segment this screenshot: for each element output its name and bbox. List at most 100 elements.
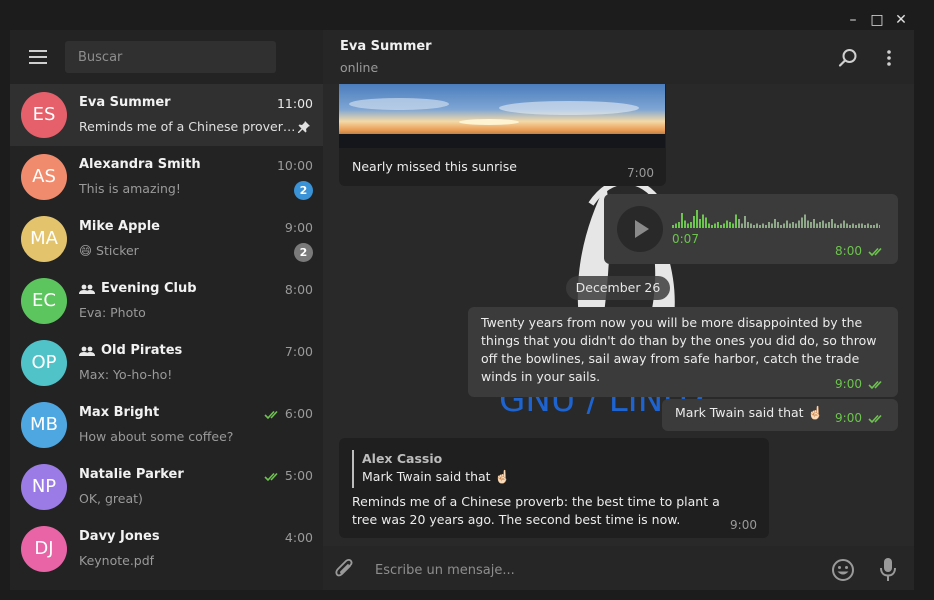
chat-item-alexandra-smith[interactable]: AS Alexandra Smith 10:00 This is amazing… xyxy=(10,146,323,208)
chat-time: 8:00 xyxy=(284,282,313,297)
double-check-icon xyxy=(264,472,278,481)
avatar: MA xyxy=(21,216,67,262)
message-composer xyxy=(323,546,914,590)
chat-preview: Reminds me of a Chinese prover… xyxy=(79,119,294,134)
chat-name-text: Old Pirates xyxy=(101,343,183,358)
emoji-icon[interactable] xyxy=(831,558,855,582)
chat-preview: Keynote.pdf xyxy=(79,553,155,568)
peer-name[interactable]: Eva Summer xyxy=(340,39,432,54)
chat-item-eva-summer[interactable]: ES Eva Summer 11:00 Reminds me of a Chin… xyxy=(10,84,323,146)
chat-preview-text: Sticker xyxy=(96,243,139,258)
more-icon[interactable] xyxy=(879,48,899,68)
double-check-icon xyxy=(264,410,278,419)
chat-preview: OK, great) xyxy=(79,491,143,506)
chat-name: Old Pirates xyxy=(79,343,182,358)
search-input[interactable] xyxy=(65,41,276,73)
chat-name: Alexandra Smith xyxy=(79,157,201,172)
chat-preview: 😄 Sticker xyxy=(79,243,139,258)
message-time-text: 9:00 xyxy=(835,377,862,391)
incoming-reply-message[interactable]: Alex Cassio Mark Twain said that ☝🏻 Remi… xyxy=(339,438,769,538)
double-check-icon xyxy=(868,414,882,423)
chat-preview: Eva: Photo xyxy=(79,305,146,320)
search-icon[interactable] xyxy=(838,48,858,68)
photo-caption: Nearly missed this sunrise xyxy=(352,159,517,174)
telegram-window: – □ ✕ ES Eva Summer 11:00 Reminds me of … xyxy=(0,0,934,600)
chat-name: Mike Apple xyxy=(79,219,160,234)
chat-preview: How about some coffee? xyxy=(79,429,234,444)
message-text: Mark Twain said that ☝🏻 xyxy=(675,405,824,420)
play-icon[interactable] xyxy=(617,206,663,252)
chat-item-natalie-parker[interactable]: NP Natalie Parker 5:00 OK, great) xyxy=(10,456,323,518)
chat-item-mike-apple[interactable]: MA Mike Apple 9:00 😄 Sticker 2 xyxy=(10,208,323,270)
avatar: AS xyxy=(21,154,67,200)
reply-bar xyxy=(352,450,354,488)
chat-preview: This is amazing! xyxy=(79,181,181,196)
chat-item-old-pirates[interactable]: OP Old Pirates 7:00 Max: Yo-ho-ho! xyxy=(10,332,323,394)
chat-time-text: 6:00 xyxy=(284,406,313,421)
attach-icon[interactable] xyxy=(334,558,356,582)
chat-item-evening-club[interactable]: EC Evening Club 8:00 Eva: Photo xyxy=(10,270,323,332)
chat-name: Max Bright xyxy=(79,405,160,420)
avatar: OP xyxy=(21,340,67,386)
chat-item-max-bright[interactable]: MB Max Bright 6:00 How about some coffee… xyxy=(10,394,323,456)
avatar: DJ xyxy=(21,526,67,572)
reply-author[interactable]: Alex Cassio xyxy=(362,451,442,466)
double-check-icon xyxy=(868,247,882,256)
chat-time: 10:00 xyxy=(276,158,313,173)
sticker-emoji: 😄 xyxy=(79,243,93,258)
message-time: 9:00 xyxy=(835,411,886,425)
conversation-header[interactable]: Eva Summer online xyxy=(323,30,914,84)
chat-time-text: 5:00 xyxy=(284,468,313,483)
close-button[interactable]: ✕ xyxy=(891,10,911,30)
voice-duration: 0:07 xyxy=(672,232,699,246)
mic-icon[interactable] xyxy=(879,557,897,583)
message-time-text: 9:00 xyxy=(835,411,862,425)
outgoing-message[interactable]: Mark Twain said that ☝🏻 9:00 xyxy=(662,399,898,431)
conversation-pane: Eva Summer online GNU / LINUX Nearly mis… xyxy=(323,30,914,590)
message-list[interactable]: GNU / LINUX Nearly missed this sunrise 7… xyxy=(323,84,914,546)
hamburger-icon[interactable] xyxy=(29,50,47,64)
message-time: 9:00 xyxy=(730,518,757,532)
voice-message[interactable]: 0:07 8:00 xyxy=(604,194,898,264)
chat-time: 5:00 xyxy=(264,468,313,483)
chat-preview: Max: Yo-ho-ho! xyxy=(79,367,173,382)
double-check-icon xyxy=(868,380,882,389)
chat-time: 4:00 xyxy=(284,530,313,545)
unread-badge: 2 xyxy=(294,243,313,262)
message-input[interactable] xyxy=(375,556,815,584)
chat-time: 6:00 xyxy=(264,406,313,421)
chat-item-davy-jones[interactable]: DJ Davy Jones 4:00 Keynote.pdf xyxy=(10,518,323,580)
pin-icon xyxy=(298,121,310,133)
chat-time: 7:00 xyxy=(284,344,313,359)
chat-time: 11:00 xyxy=(276,96,313,111)
avatar: NP xyxy=(21,464,67,510)
peer-status: online xyxy=(340,60,379,75)
group-icon xyxy=(79,284,95,294)
chat-time: 9:00 xyxy=(284,220,313,235)
message-time: 9:00 xyxy=(835,377,886,391)
message-time-text: 8:00 xyxy=(835,244,862,258)
message-time: 7:00 xyxy=(627,166,654,180)
chat-name: Natalie Parker xyxy=(79,467,184,482)
voice-waveform[interactable] xyxy=(672,208,880,228)
reply-quote[interactable]: Mark Twain said that ☝🏻 xyxy=(362,469,510,485)
avatar: EC xyxy=(21,278,67,324)
maximize-button[interactable]: □ xyxy=(867,10,887,30)
chat-name: Evening Club xyxy=(79,281,197,296)
message-time: 8:00 xyxy=(835,244,886,258)
unread-badge: 2 xyxy=(294,181,313,200)
minimize-button[interactable]: – xyxy=(843,10,863,30)
chat-name-text: Evening Club xyxy=(101,281,197,296)
chat-list-sidebar: ES Eva Summer 11:00 Reminds me of a Chin… xyxy=(10,30,323,590)
photo-message[interactable]: Nearly missed this sunrise 7:00 xyxy=(339,84,666,186)
sidebar-header xyxy=(10,30,323,84)
outgoing-message[interactable]: Twenty years from now you will be more d… xyxy=(468,307,898,397)
avatar: MB xyxy=(21,402,67,448)
avatar: ES xyxy=(21,92,67,138)
chat-name: Eva Summer xyxy=(79,95,171,110)
sunrise-photo[interactable] xyxy=(339,84,665,148)
chat-name: Davy Jones xyxy=(79,529,160,544)
message-text: Twenty years from now you will be more d… xyxy=(481,315,877,384)
date-divider: December 26 xyxy=(566,276,670,300)
message-text: Reminds me of a Chinese proverb: the bes… xyxy=(352,494,720,527)
